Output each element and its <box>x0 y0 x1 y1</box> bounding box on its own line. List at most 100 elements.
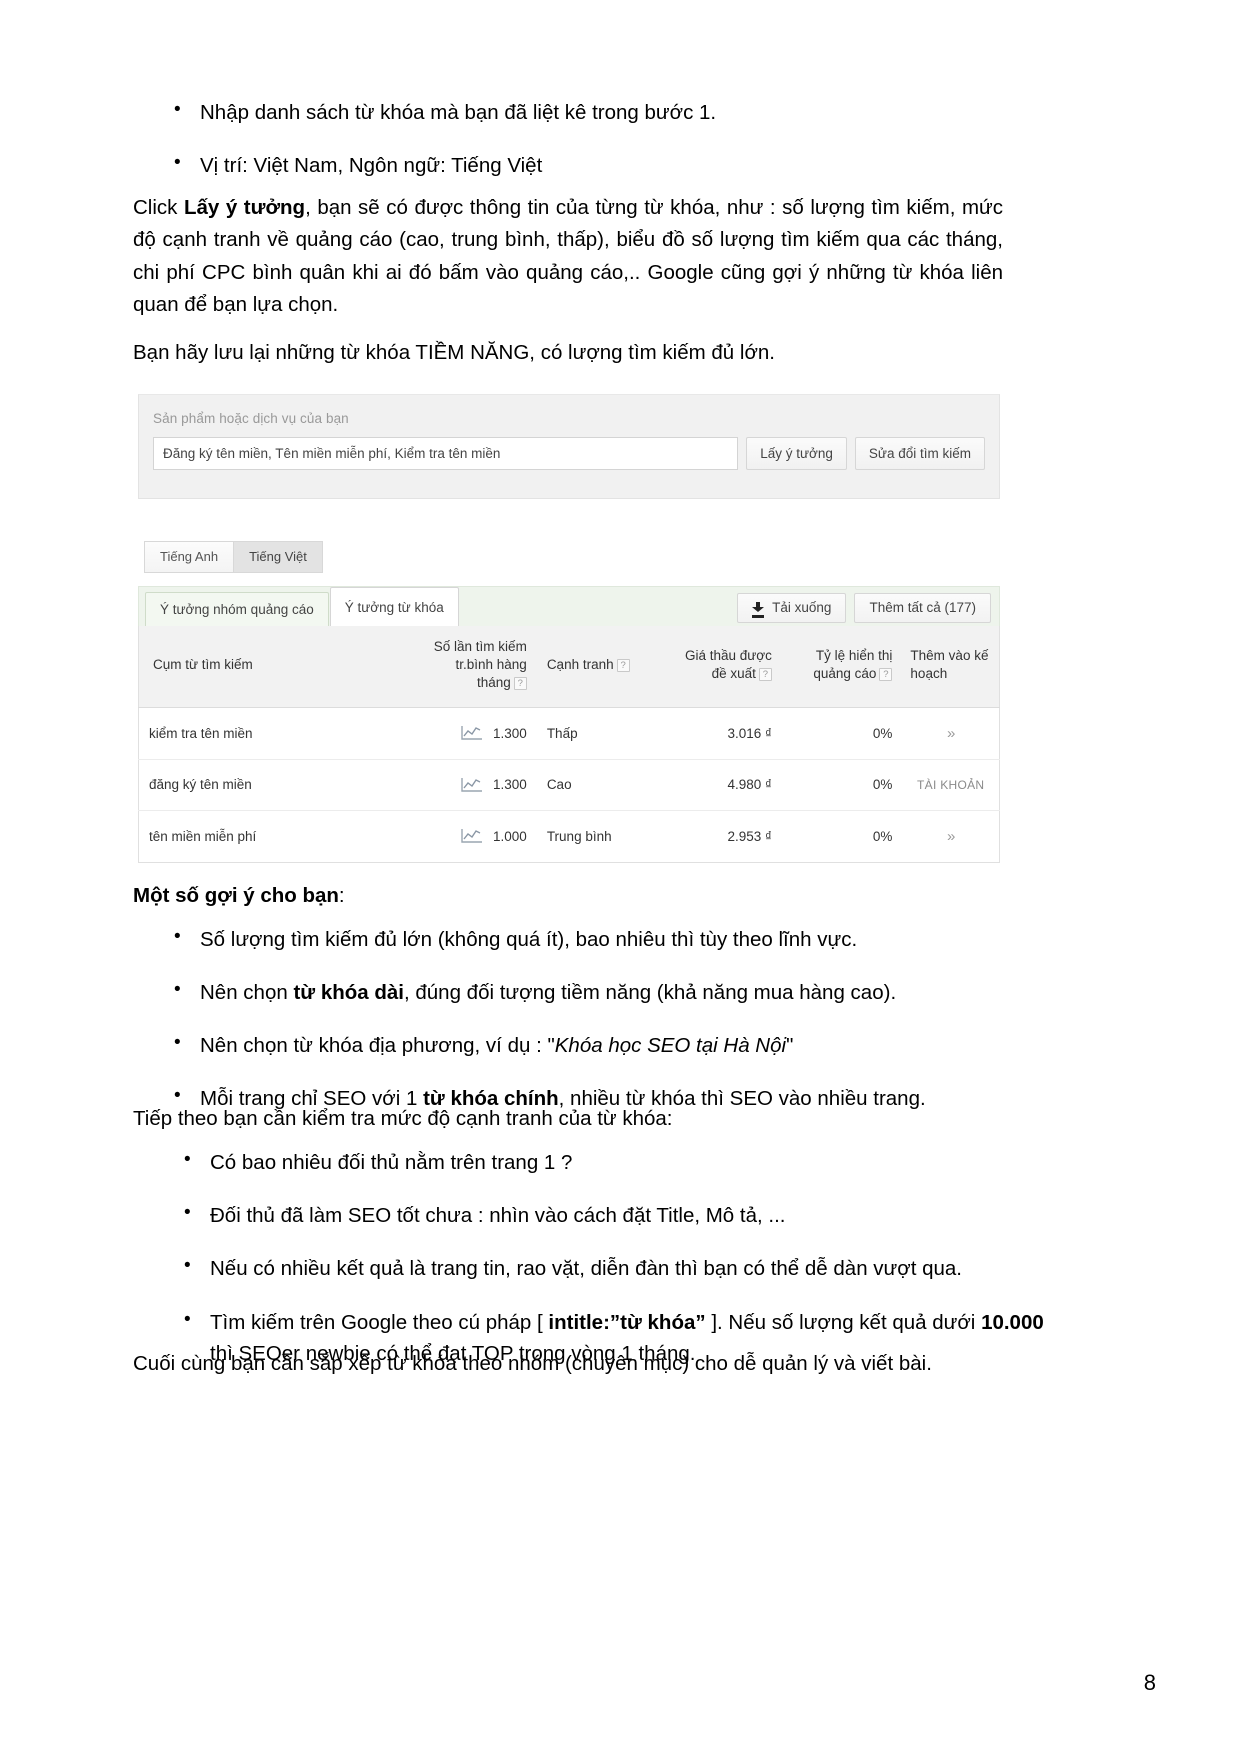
tips-heading: Một số gợi ý cho bạn: <box>133 880 1013 912</box>
table-body: kiểm tra tên miền 1.300 Thấp 3.016 ₫ 0% … <box>138 707 1000 862</box>
tip-italic: Khóa học SEO tại Hà Nội <box>554 1034 787 1058</box>
tab-keyword-ideas[interactable]: Ý tưởng từ khóa <box>329 587 459 626</box>
competition-text: Đối thủ đã làm SEO tốt chưa : nhìn vào c… <box>210 1204 786 1228</box>
competition-text: Nếu có nhiều kết quả là trang tin, rao v… <box>210 1257 963 1281</box>
tips-heading-rest: : <box>338 884 345 907</box>
list-item: Đối thủ đã làm SEO tốt chưa : nhìn vào c… <box>170 1200 1070 1230</box>
cell-searches-value: 1.000 <box>493 828 527 844</box>
competition-text: Có bao nhiêu đối thủ nằm trên trang 1 ? <box>210 1151 573 1174</box>
keyword-ideas-table: Cụm từ tìm kiếm Số lần tìm kiếm tr.bình … <box>138 626 1000 863</box>
page-number: 8 <box>1143 1670 1156 1695</box>
paragraph-get-ideas: Click Lấy ý tưởng, bạn sẽ có được thông … <box>133 192 1003 322</box>
para4-text: Cuối cùng bạn cần sắp xếp từ khóa theo n… <box>133 1352 932 1375</box>
paragraph-save-keywords: Bạn hãy lưu lại những từ khóa TIỀM NĂNG,… <box>133 337 1013 369</box>
cell-keyword: đăng ký tên miền <box>138 759 410 811</box>
list-item: Nhập danh sách từ khóa mà bạn đã liệt kê… <box>160 97 1060 127</box>
cell-add-to-plan[interactable]: » <box>902 810 999 862</box>
competition-bold-count: 10.000 <box>981 1311 1044 1335</box>
add-to-plan-account-label[interactable]: TÀI KHOẢN <box>917 778 984 792</box>
help-icon-competition[interactable]: ? <box>616 659 630 673</box>
tip-pre: Nên chọn từ khóa địa phương, ví dụ : " <box>200 1034 555 1058</box>
tip-pre: Nên chọn <box>200 981 294 1005</box>
column-header-searches: Số lần tìm kiếm tr.bình hàng tháng? <box>409 626 537 708</box>
cell-searches-value: 1.300 <box>493 725 527 741</box>
cell-add-to-plan[interactable]: » <box>902 707 1000 760</box>
add-to-plan-chevron-icon[interactable]: » <box>947 725 955 742</box>
idea-tab-bar: Ý tưởng nhóm quảng cáo Ý tưởng từ khóa T… <box>138 586 1000 626</box>
add-to-plan-chevron-icon[interactable]: » <box>947 828 955 845</box>
cell-keyword: tên miền miễn phí <box>149 828 257 844</box>
list-item: Có bao nhiêu đối thủ nằm trên trang 1 ? <box>170 1147 1070 1177</box>
tip-post: " <box>786 1034 794 1058</box>
tips-heading-bold: Một số gợi ý cho bạn <box>133 884 339 907</box>
download-button-label: Tải xuống <box>772 600 832 615</box>
cell-competition: Trung bình <box>546 828 612 844</box>
cell-bid: 3.016 ₫ <box>659 707 782 760</box>
cell-searches-value: 1.300 <box>493 777 527 793</box>
cell-searches: 1.000 <box>409 810 537 862</box>
keyword-planner-screenshot: Sản phẩm hoặc dịch vụ của bạn Đăng ký tê… <box>138 394 1000 863</box>
para1-prefix: Click <box>133 196 184 219</box>
keyword-search-input[interactable]: Đăng ký tên miền, Tên miền miễn phí, Kiể… <box>153 437 739 470</box>
cell-competition: Thấp <box>536 707 660 760</box>
table-row[interactable]: kiểm tra tên miền 1.300 Thấp 3.016 ₫ 0% … <box>138 707 1000 760</box>
cell-bid: 2.953 ₫ <box>727 828 772 844</box>
sparkline-chart-icon[interactable] <box>461 828 483 844</box>
cell-bid: 4.980 ₫ <box>659 759 782 811</box>
table-row[interactable]: đăng ký tên miền 1.300 Cao 4.980 ₫ 0% TÀ… <box>138 759 1000 811</box>
bullet-text: Nhập danh sách từ khóa mà bạn đã liệt kê… <box>200 101 717 124</box>
tab-bar-actions: Tải xuống Thêm tất cả (177) <box>737 593 999 626</box>
list-item: Nên chọn từ khóa dài, đúng đối tượng tiề… <box>160 977 1060 1007</box>
column-header-keyword: Cụm từ tìm kiếm <box>138 626 410 708</box>
competition-mid: ]. Nếu số lượng kết quả dưới <box>705 1311 982 1335</box>
table-row[interactable]: tên miền miễn phí 1.000 Trung bình 2.953… <box>139 810 1000 862</box>
cell-keyword: kiểm tra tên miền <box>138 707 410 760</box>
cell-impression-share: 0% <box>872 828 893 844</box>
paragraph-check-competition: Tiếp theo bạn cần kiểm tra mức độ cạnh t… <box>133 1103 1013 1135</box>
cell-impression-share: 0% <box>781 707 903 760</box>
bullet-text: Vị trí: Việt Nam, Ngôn ngữ: Tiếng Việt <box>200 154 543 178</box>
modify-search-button[interactable]: Sửa đổi tìm kiếm <box>854 437 985 470</box>
paragraph-group-keywords: Cuối cùng bạn cần sắp xếp từ khóa theo n… <box>133 1348 1033 1380</box>
sparkline-chart-icon[interactable] <box>461 777 483 793</box>
language-tabs: Tiếng Anh Tiếng Việt <box>144 541 1000 573</box>
cell-searches: 1.300 <box>409 707 537 760</box>
add-all-button-label: Thêm tất cả (177) <box>869 600 976 615</box>
competition-pre: Tìm kiếm trên Google theo cú pháp [ <box>210 1311 549 1335</box>
cell-searches: 1.300 <box>409 759 537 811</box>
panel-spacer <box>138 499 1000 541</box>
help-icon-searches[interactable]: ? <box>513 677 527 691</box>
search-panel: Sản phẩm hoặc dịch vụ của bạn Đăng ký tê… <box>138 394 1000 499</box>
get-ideas-button[interactable]: Lấy ý tưởng <box>746 437 847 470</box>
column-header-competition-label: Cạnh tranh <box>546 657 614 673</box>
cell-competition: Cao <box>536 759 660 811</box>
add-all-button[interactable]: Thêm tất cả (177) <box>854 593 991 623</box>
tab-ad-group-ideas[interactable]: Ý tưởng nhóm quảng cáo <box>145 592 329 626</box>
column-header-searches-label: Số lần tìm kiếm tr.bình hàng tháng <box>433 639 527 691</box>
cell-add-to-plan[interactable]: TÀI KHOẢN <box>902 759 1000 811</box>
column-header-bid: Giá thầu được đề xuất? <box>659 626 782 708</box>
download-button[interactable]: Tải xuống <box>737 593 847 623</box>
tip-post: , đúng đối tượng tiềm năng (khả năng mua… <box>403 981 897 1005</box>
help-icon-impression-share[interactable]: ? <box>879 668 893 682</box>
download-icon <box>752 601 765 618</box>
cell-impression-share: 0% <box>781 759 903 811</box>
column-header-competition: Cạnh tranh? <box>536 626 660 708</box>
column-header-add-to-plan: Thêm vào kế hoạch <box>902 626 1000 708</box>
list-item: Nếu có nhiều kết quả là trang tin, rao v… <box>170 1253 1070 1283</box>
para2-text: Bạn hãy lưu lại những từ khóa TIỀM NĂNG,… <box>133 341 775 364</box>
para3-text: Tiếp theo bạn cần kiểm tra mức độ cạnh t… <box>133 1107 673 1130</box>
document-page: Nhập danh sách từ khóa mà bạn đã liệt kê… <box>0 0 1240 1754</box>
help-icon-bid[interactable]: ? <box>758 668 772 682</box>
list-item: Số lượng tìm kiếm đủ lớn (không quá ít),… <box>160 924 1060 954</box>
list-item: Vị trí: Việt Nam, Ngôn ngữ: Tiếng Việt <box>160 150 1060 180</box>
language-tab-english[interactable]: Tiếng Anh <box>144 541 235 573</box>
top-bullet-list: Nhập danh sách từ khóa mà bạn đã liệt kê… <box>160 97 1060 204</box>
language-tab-vietnamese[interactable]: Tiếng Việt <box>234 541 323 573</box>
competition-bold: intitle:”từ khóa” <box>548 1311 706 1335</box>
tip-text: Số lượng tìm kiếm đủ lớn (không quá ít),… <box>200 928 858 951</box>
tip-bold: từ khóa dài <box>293 981 404 1005</box>
column-header-impression-share: Tỷ lệ hiển thị quảng cáo? <box>781 626 903 708</box>
list-item: Nên chọn từ khóa địa phương, ví dụ : "Kh… <box>160 1030 1060 1060</box>
sparkline-chart-icon[interactable] <box>461 725 483 741</box>
